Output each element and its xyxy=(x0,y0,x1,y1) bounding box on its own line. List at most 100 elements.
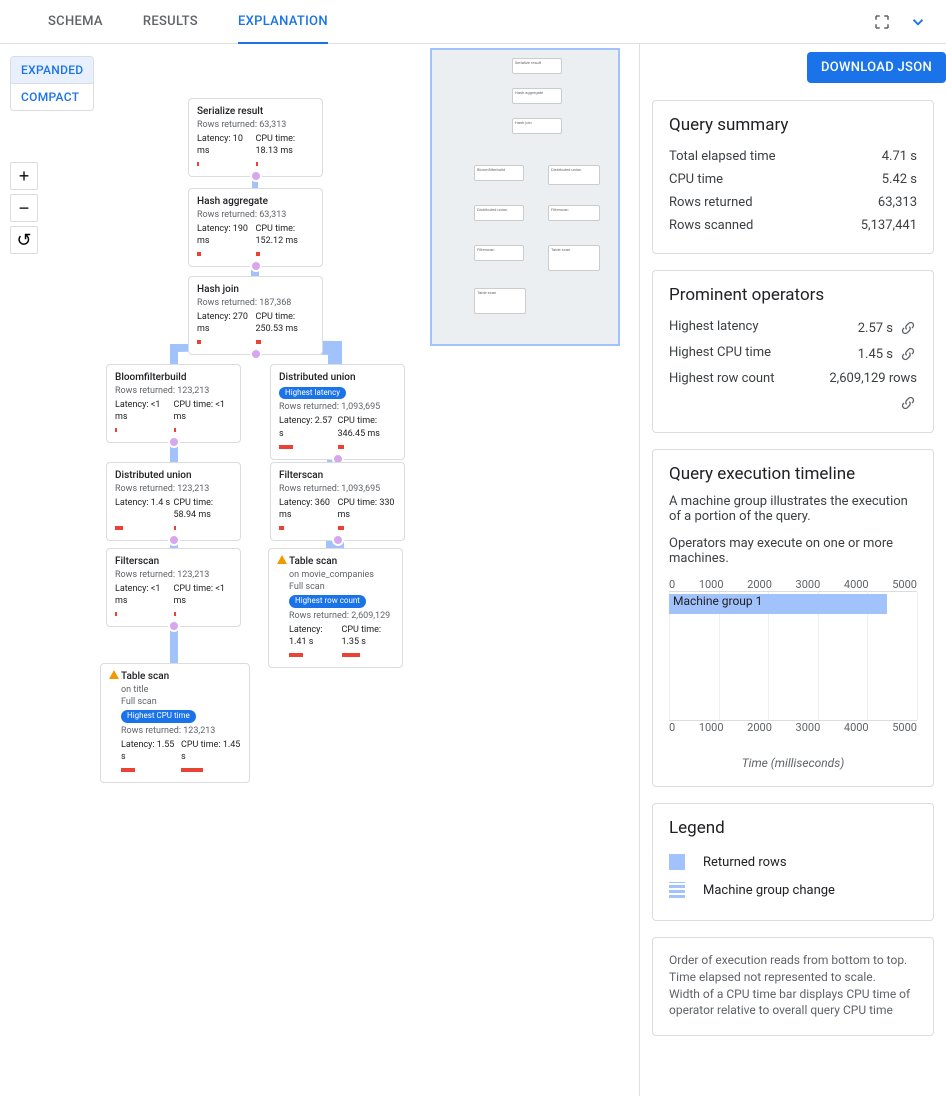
timeline-xlabel: Time (milliseconds) xyxy=(669,756,917,770)
node-cpu: CPU time: 346.45 ms xyxy=(338,415,397,439)
sidebar: DOWNLOAD JSON Query summary Total elapse… xyxy=(640,44,946,1096)
prominent-operators-card: Prominent operators Highest latency2.57 … xyxy=(652,270,934,433)
summary-key: Rows returned xyxy=(669,195,753,210)
node-filterscan-right[interactable]: Filterscan Rows returned: 1,093,695 Late… xyxy=(270,462,405,541)
fullscreen-icon[interactable] xyxy=(870,10,894,34)
download-json-button[interactable]: DOWNLOAD JSON xyxy=(807,52,946,83)
node-serialize-result[interactable]: Serialize result Rows returned: 63,313 L… xyxy=(188,98,323,177)
view-toggle: EXPANDED COMPACT xyxy=(10,56,94,111)
link-icon[interactable] xyxy=(899,394,917,412)
expand-icon[interactable] xyxy=(168,436,180,448)
node-latency: Latency: <1 ms xyxy=(115,399,174,423)
tick: 1000 xyxy=(699,721,724,734)
badge-highest-row-count: Highest row count xyxy=(289,595,366,608)
node-filterscan-left[interactable]: Filterscan Rows returned: 123,213 Latenc… xyxy=(106,548,241,627)
node-latency: Latency: 1.41 s xyxy=(289,624,342,648)
card-title: Legend xyxy=(669,818,917,838)
node-rows: Rows returned: 1,093,695 xyxy=(279,401,396,413)
badge-highest-cpu-time: Highest CPU time xyxy=(121,710,196,723)
zoom-in-button[interactable]: + xyxy=(10,162,38,190)
node-table-scan-left[interactable]: Table scan on title Full scan Highest CP… xyxy=(100,663,250,783)
card-title: Query execution timeline xyxy=(669,464,917,484)
minimap[interactable]: Serialize result Hash aggregate Hash joi… xyxy=(430,48,620,346)
node-rows: Rows returned: 123,213 xyxy=(115,569,232,581)
node-cpu: CPU time: 152.12 ms xyxy=(256,223,315,247)
node-cpu: CPU time: 1.45 s xyxy=(181,739,241,763)
node-full-scan: Full scan xyxy=(121,696,241,708)
tick: 5000 xyxy=(892,578,917,591)
node-title: Distributed union xyxy=(279,371,396,385)
node-title: Hash aggregate xyxy=(197,195,314,209)
node-cpu: CPU time: <1 ms xyxy=(174,399,233,423)
expand-icon[interactable] xyxy=(168,620,180,632)
node-title: Table scan xyxy=(289,555,394,569)
node-rows: Rows returned: 63,313 xyxy=(197,119,314,131)
summary-val: 4.71 s xyxy=(882,149,917,164)
tick: 4000 xyxy=(844,721,869,734)
node-cpu: CPU time: <1 ms xyxy=(174,583,233,607)
warning-icon xyxy=(109,670,119,679)
link-icon[interactable] xyxy=(899,345,917,363)
tab-results[interactable]: RESULTS xyxy=(143,0,198,44)
summary-val: 63,313 xyxy=(878,195,917,210)
node-hash-join[interactable]: Hash join Rows returned: 187,368 Latency… xyxy=(188,276,323,355)
node-bloomfilterbuild[interactable]: Bloomfilterbuild Rows returned: 123,213 … xyxy=(106,364,241,443)
node-rows: Rows returned: 187,368 xyxy=(197,297,314,309)
node-title: Hash join xyxy=(197,283,314,297)
expand-icon[interactable] xyxy=(332,534,344,546)
summary-key: Rows scanned xyxy=(669,218,753,233)
warning-icon xyxy=(277,555,287,564)
node-cpu: CPU time: 18.13 ms xyxy=(256,133,315,157)
footnote-card: Order of execution reads from bottom to … xyxy=(652,937,934,1036)
expand-icon[interactable] xyxy=(250,170,262,182)
legend-card: Legend Returned rows Machine group chang… xyxy=(652,803,934,921)
timeline-bar[interactable]: Machine group 1 xyxy=(669,594,887,614)
node-cpu: CPU time: 250.53 ms xyxy=(256,311,315,335)
summary-key: CPU time xyxy=(669,172,723,187)
node-distributed-union-left[interactable]: Distributed union Rows returned: 123,213… xyxy=(106,462,241,541)
expand-icon[interactable] xyxy=(250,260,262,272)
plan-canvas[interactable]: EXPANDED COMPACT + − ↺ Serialize result … xyxy=(0,44,640,1096)
timeline-desc: A machine group illustrates the executio… xyxy=(669,494,917,524)
tick: 0 xyxy=(669,721,675,734)
node-latency: Latency: 1.55 s xyxy=(121,739,181,763)
node-on: on title xyxy=(121,684,241,696)
node-cpu: CPU time: 330 ms xyxy=(338,497,397,521)
node-cpu: CPU time: 58.94 ms xyxy=(174,497,233,521)
query-summary-card: Query summary Total elapsed time4.71 s C… xyxy=(652,100,934,254)
node-hash-aggregate[interactable]: Hash aggregate Rows returned: 63,313 Lat… xyxy=(188,188,323,267)
node-rows: Rows returned: 123,213 xyxy=(121,725,241,737)
node-distributed-union-right[interactable]: Distributed union Highest latency Rows r… xyxy=(270,364,405,460)
expand-icon[interactable] xyxy=(250,348,262,360)
node-title: Table scan xyxy=(121,670,241,684)
view-expanded[interactable]: EXPANDED xyxy=(11,57,93,83)
view-compact[interactable]: COMPACT xyxy=(11,83,93,110)
node-rows: Rows returned: 63,313 xyxy=(197,209,314,221)
node-full-scan: Full scan xyxy=(289,581,394,593)
link-icon[interactable] xyxy=(899,319,917,337)
card-title: Prominent operators xyxy=(669,285,917,305)
node-cpu: CPU time: 1.35 s xyxy=(342,624,395,648)
node-on: on movie_companies xyxy=(289,569,394,581)
tick: 0 xyxy=(669,578,675,591)
node-table-scan-right[interactable]: Table scan on movie_companies Full scan … xyxy=(268,548,403,668)
zoom-out-button[interactable]: − xyxy=(10,194,38,222)
node-latency: Latency: <1 ms xyxy=(115,583,174,607)
zoom-controls: + − ↺ xyxy=(10,162,38,258)
prominent-key: Highest CPU time xyxy=(669,345,771,363)
prominent-val: 1.45 s xyxy=(858,347,893,362)
chevron-down-icon[interactable] xyxy=(906,10,930,34)
tab-schema[interactable]: SCHEMA xyxy=(48,0,103,44)
summary-val: 5.42 s xyxy=(882,172,917,187)
zoom-reset-button[interactable]: ↺ xyxy=(10,226,38,254)
node-latency: Latency: 2.57 s xyxy=(279,415,338,439)
tick: 2000 xyxy=(747,578,772,591)
node-latency: Latency: 10 ms xyxy=(197,133,256,157)
prominent-val: 2.57 s xyxy=(858,321,893,336)
node-rows: Rows returned: 123,213 xyxy=(115,483,232,495)
node-title: Serialize result xyxy=(197,105,314,119)
node-latency: Latency: 190 ms xyxy=(197,223,256,247)
node-latency: Latency: 270 ms xyxy=(197,311,256,335)
tab-explanation[interactable]: EXPLANATION xyxy=(238,0,328,44)
expand-icon[interactable] xyxy=(168,534,180,546)
